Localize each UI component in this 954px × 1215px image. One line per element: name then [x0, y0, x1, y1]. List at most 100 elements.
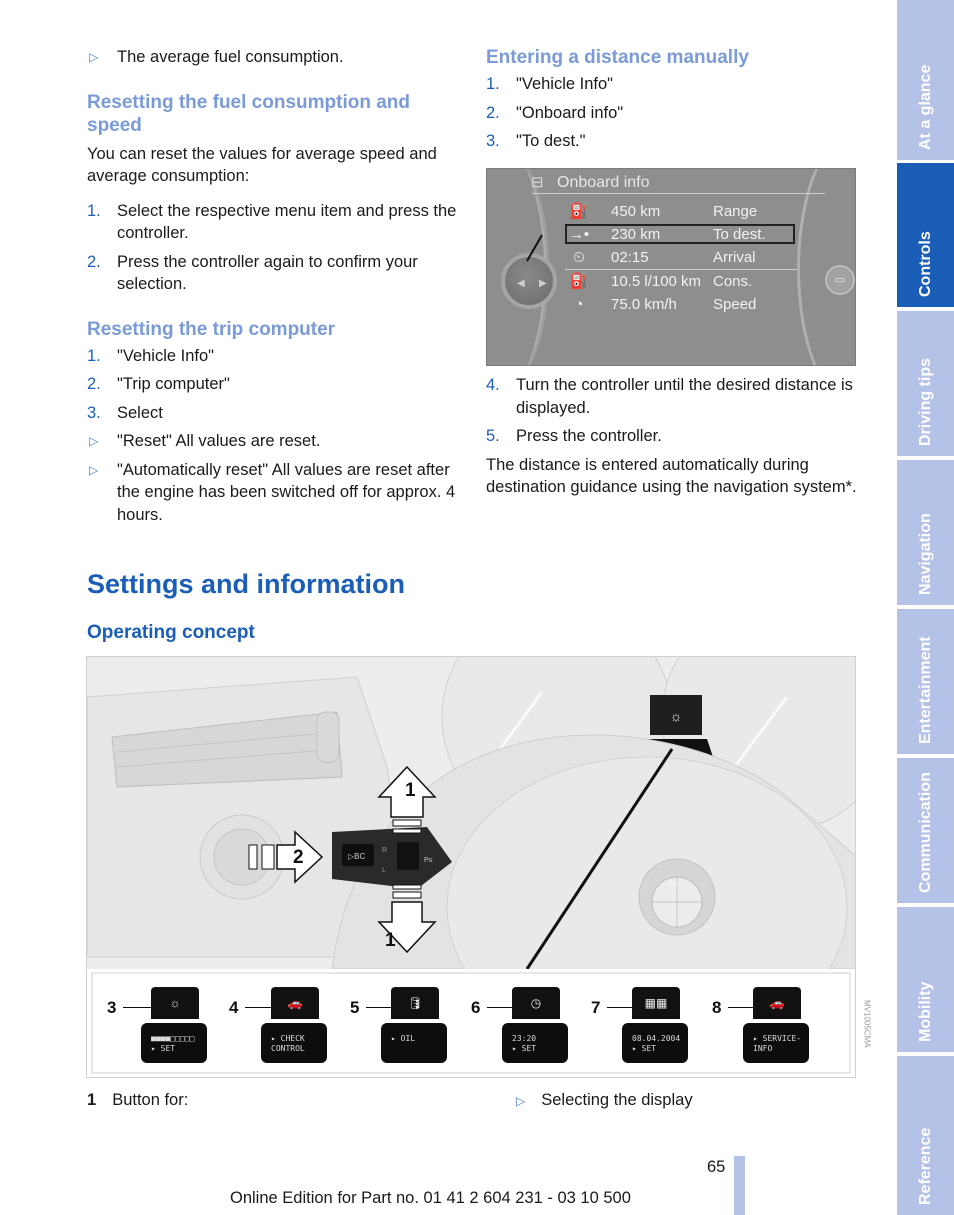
tab-mobility[interactable]: Mobility	[897, 907, 954, 1052]
legend-item-1: 1 Button for:	[87, 1089, 188, 1112]
display-screen: 08.04.2004 ▸ SET	[622, 1023, 688, 1063]
display-screen: 23:20 ▸ SET	[502, 1023, 568, 1063]
tab-label: Entertainment	[916, 636, 934, 744]
fuel-range-icon: ⛽	[569, 203, 589, 220]
light-speedo-icon: ☼	[151, 987, 199, 1019]
arrow-stripe	[392, 828, 422, 834]
display-screen: ▸ OIL	[381, 1023, 447, 1063]
car-info-icon: ⊟	[531, 174, 544, 191]
callout-1-top: 1	[405, 780, 416, 801]
bullet-item: ▷ "Automatically reset" All values are r…	[87, 459, 462, 527]
note-text: The distance is entered automatically du…	[486, 455, 857, 497]
step-item: 5. Press the controller.	[486, 425, 858, 448]
car-service-icon: 🚗	[753, 987, 801, 1019]
step-number: 5.	[486, 427, 500, 445]
arrival-clock-icon: ⏲	[573, 249, 585, 266]
bullet-text: Selecting the display	[541, 1091, 693, 1109]
vent-thumbwheel	[316, 711, 340, 763]
display-line: ■■■■□□□□□	[151, 1034, 195, 1043]
screen-title: Onboard info	[557, 174, 650, 191]
step-item: 2. Press the controller again to confirm…	[87, 251, 462, 296]
onboard-row-speed[interactable]: ◔ 75.0 km/h Speed	[565, 294, 825, 316]
onboard-info-screenshot: ⊟ Onboard info ⛽ 450 km Range →• 230 km …	[486, 168, 856, 366]
display-toggle-icon[interactable]: ▭	[825, 265, 855, 295]
arrow-stripe	[392, 819, 422, 827]
arrow-to-dest-icon: →•	[568, 226, 590, 243]
row-label: Cons.	[713, 273, 753, 290]
display-callout-6: 6	[471, 998, 481, 1017]
triangle-bullet-icon: ▷	[89, 462, 99, 477]
stalk-rocker	[397, 842, 419, 870]
tab-reference[interactable]: Reference	[897, 1056, 954, 1215]
step-text: "Onboard info"	[516, 103, 624, 122]
tab-driving-tips[interactable]: Driving tips	[897, 311, 954, 456]
arrow-stripe	[392, 891, 422, 899]
fuel-pump-icon: ⛽	[569, 273, 589, 290]
right-column: Entering a distance manually 1. "Vehicle…	[486, 46, 858, 496]
step-number: 3.	[87, 403, 101, 422]
step-text: Press the controller again to confirm yo…	[117, 252, 418, 294]
display-line: ▸ SET	[512, 1044, 537, 1053]
stalk-pe-label: P≤	[424, 857, 433, 864]
triangle-bullet-icon: ▷	[516, 1094, 526, 1108]
display-line: ▸ OIL	[391, 1034, 416, 1043]
stalk-l-label: L	[382, 867, 386, 874]
legend-text: Button for:	[112, 1091, 189, 1109]
step-text: "Trip computer"	[117, 375, 230, 393]
step-number: 2.	[87, 375, 101, 393]
car-icon: 🚗	[271, 987, 319, 1019]
tab-label: Communication	[916, 772, 934, 893]
tab-communication[interactable]: Communication	[897, 758, 954, 903]
row-value: 230 km	[611, 226, 661, 243]
display-line: CONTROL	[271, 1044, 305, 1053]
bullet-text: "Automatically reset" All values are res…	[117, 460, 456, 524]
onboard-row-to-dest[interactable]: →• 230 km To dest.	[565, 224, 825, 246]
controller-knob[interactable]	[501, 253, 557, 309]
image-id: MV1005CMA	[862, 1000, 872, 1048]
step-text: "Vehicle Info"	[117, 346, 215, 365]
step-item: 1. Select the respective menu item and p…	[87, 200, 462, 245]
step-text: Press the controller.	[516, 427, 662, 445]
page-marker-bar	[734, 1156, 745, 1215]
leader-line	[123, 1007, 153, 1008]
arrow-stripe	[392, 884, 422, 890]
oil-can-icon: 🛢	[391, 987, 439, 1019]
tab-at-a-glance[interactable]: At a glance	[897, 0, 954, 160]
row-value: 02:15	[611, 249, 649, 266]
display-screen: ▸ CHECK CONTROL	[261, 1023, 327, 1063]
subsection-title: Operating concept	[87, 622, 255, 643]
knob-left-arrow-icon: ◀	[517, 278, 525, 289]
tab-navigation[interactable]: Navigation	[897, 460, 954, 605]
onboard-row-consumption[interactable]: ⛽ 10.5 l/100 km Cons.	[565, 271, 825, 293]
step-number: 3.	[486, 132, 500, 150]
onboard-row-arrival[interactable]: ⏲ 02:15 Arrival	[565, 247, 825, 269]
bullet-item: ▷ The average fuel consumption.	[87, 46, 462, 69]
arrow-stripe	[261, 844, 275, 870]
tab-label: Reference	[916, 1127, 934, 1205]
row-label: Speed	[713, 296, 757, 313]
bc-button-label: ▷BC	[348, 852, 365, 861]
step-number: 1.	[486, 75, 500, 93]
display-line: ▸ SET	[632, 1044, 657, 1053]
display-line: 23:20	[512, 1034, 537, 1043]
tab-label: Driving tips	[916, 357, 934, 446]
page-number: 65	[707, 1158, 726, 1176]
legend-bullet: ▷ Selecting the display	[516, 1089, 693, 1113]
steps-after-screen: 4. Turn the controller until the desired…	[486, 374, 858, 499]
triangle-bullet-icon: ▷	[89, 434, 99, 448]
clock-icon: ◷	[512, 987, 560, 1019]
row-value: 10.5 l/100 km	[611, 273, 702, 290]
triangle-bullet-icon: ▷	[89, 50, 99, 64]
tab-entertainment[interactable]: Entertainment	[897, 609, 954, 754]
heading-reset-trip: Resetting the trip computer	[87, 318, 336, 340]
step-item: 3. Select	[87, 402, 462, 425]
step-text: "Vehicle Info"	[516, 75, 614, 93]
tab-controls[interactable]: Controls	[897, 163, 954, 307]
heading-reset-fuel: Resetting the fuel consumption and speed	[87, 91, 411, 136]
display-line: 08.04.2004	[632, 1034, 681, 1043]
tab-label: Navigation	[916, 513, 934, 595]
display-callout-8: 8	[712, 998, 722, 1017]
onboard-row-range[interactable]: ⛽ 450 km Range	[565, 201, 825, 223]
bullet-text: The average fuel consumption.	[117, 48, 344, 66]
step-item: 4. Turn the controller until the desired…	[486, 374, 858, 419]
